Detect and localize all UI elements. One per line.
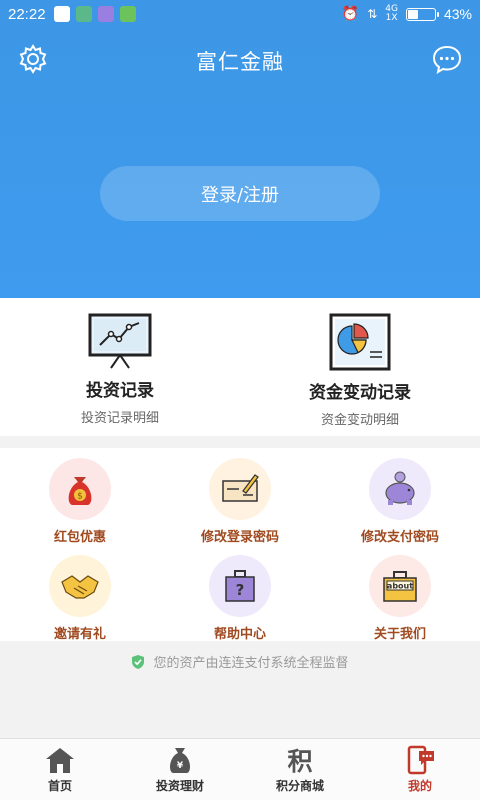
vibrate-icon: ⇅ <box>367 7 378 21</box>
battery-percent: 43% <box>443 6 472 22</box>
fund-change-record-subtitle: 资金变动明细 <box>320 413 399 428</box>
battery-icon <box>405 7 439 21</box>
help-briefcase-icon: ? <box>209 555 271 617</box>
green-app-icon <box>119 6 136 22</box>
signal-icon: 4G 1X <box>385 4 398 23</box>
grid-item-change-login-password[interactable]: 修改登录密码 <box>160 448 320 545</box>
nav-mall[interactable]: 积 积分商城 <box>240 739 360 800</box>
feature-grid: $ 红包优惠 修改登录密码 修改支付密码 邀请有礼 ? 帮助中心 about 关… <box>0 448 480 642</box>
points-mall-icon: 积 <box>287 747 312 775</box>
purple-app-icon <box>97 6 114 22</box>
grid-item-red-packet[interactable]: $ 红包优惠 <box>0 448 160 545</box>
grid-label-about-us: 关于我们 <box>373 627 426 642</box>
security-notice: 您的资产由连连支付系统全程监督 <box>0 652 480 671</box>
grid-label-change-payment-password: 修改支付密码 <box>360 530 439 545</box>
records-section: 投资记录 投资记录明细 资金变动记录 资金变动明细 <box>0 298 480 436</box>
yen-bag-icon: ¥ <box>170 748 190 773</box>
grid-label-invite-gift: 邀请有礼 <box>53 627 106 642</box>
grid-item-change-payment-password[interactable]: 修改支付密码 <box>320 448 480 545</box>
status-bar: 22:22 ⏰ ⇅ 4G 1X 43% <box>0 0 480 28</box>
nav-invest-label: 投资理财 <box>155 779 204 793</box>
chart-board-icon <box>88 313 152 369</box>
investment-record-item[interactable]: 投资记录 投资记录明细 <box>0 298 240 436</box>
investment-record-title: 投资记录 <box>86 381 154 401</box>
pie-report-icon <box>329 313 391 371</box>
fund-change-record-title: 资金变动记录 <box>309 383 411 403</box>
status-time: 22:22 <box>8 5 46 23</box>
shield-app-icon <box>75 6 92 22</box>
profile-phone-icon <box>407 745 434 775</box>
grid-item-invite-gift[interactable]: 邀请有礼 <box>0 545 160 642</box>
security-notice-text: 您的资产由连连支付系统全程监督 <box>153 656 349 671</box>
money-bag-icon: $ <box>49 458 111 520</box>
alarm-icon: ⏰ <box>341 6 360 22</box>
app-title: 富仁金融 <box>196 50 284 74</box>
svg-text:about: about <box>387 582 413 591</box>
grid-item-about-us[interactable]: about 关于我们 <box>320 545 480 642</box>
investment-record-subtitle: 投资记录明细 <box>80 411 159 426</box>
handshake-icon <box>49 555 111 617</box>
message-bubble-icon[interactable] <box>430 42 464 76</box>
fund-change-record-item[interactable]: 资金变动记录 资金变动明细 <box>240 298 480 436</box>
about-box-icon: about <box>369 555 431 617</box>
svg-text:积: 积 <box>287 747 312 775</box>
nav-mine-label: 我的 <box>407 779 432 793</box>
svg-text:$: $ <box>77 492 83 502</box>
grid-label-red-packet: 红包优惠 <box>53 530 106 545</box>
nav-home[interactable]: 首页 <box>0 739 120 800</box>
piggy-bank-icon <box>369 458 431 520</box>
nav-home-label: 首页 <box>47 779 72 793</box>
login-register-button[interactable]: 登录/注册 <box>100 166 380 221</box>
qq-app-icon <box>53 6 70 22</box>
grid-item-help-center[interactable]: ? 帮助中心 <box>160 545 320 642</box>
shield-check-icon <box>132 654 145 669</box>
edit-check-icon <box>209 458 271 520</box>
grid-label-change-login-password: 修改登录密码 <box>200 530 279 545</box>
profile-header: 富仁金融 登录/注册 <box>0 28 480 298</box>
svg-text:¥: ¥ <box>177 761 184 771</box>
nav-invest[interactable]: ¥ 投资理财 <box>120 739 240 800</box>
nav-mall-label: 积分商城 <box>275 779 324 793</box>
nav-mine[interactable]: 我的 <box>360 739 480 800</box>
grid-label-help-center: 帮助中心 <box>213 627 266 642</box>
home-icon <box>46 748 74 773</box>
svg-text:?: ? <box>236 581 245 599</box>
bottom-nav: 首页 ¥ 投资理财 积 积分商城 我的 <box>0 738 480 800</box>
